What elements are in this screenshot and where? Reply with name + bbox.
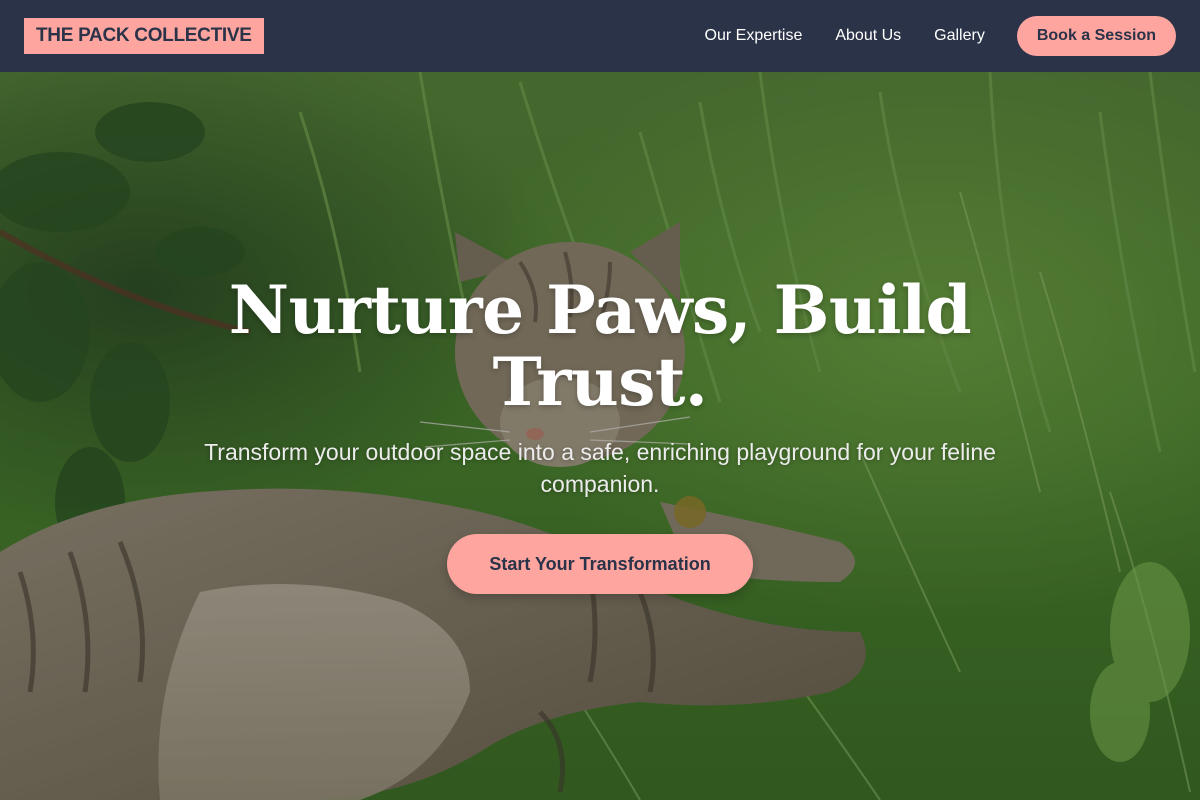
start-transformation-button[interactable]: Start Your Transformation	[447, 534, 753, 594]
top-navbar: THE PACK COLLECTIVE Our Expertise About …	[0, 0, 1200, 72]
book-session-button[interactable]: Book a Session	[1016, 16, 1176, 56]
nav-links: Our Expertise About Us Gallery Book a Se…	[705, 16, 1176, 56]
nav-link-gallery[interactable]: Gallery	[934, 26, 985, 46]
hero-section: Nurture Paws, Build Trust. Transform you…	[0, 72, 1200, 800]
nav-link-our-expertise[interactable]: Our Expertise	[705, 26, 803, 46]
nav-link-about-us[interactable]: About Us	[835, 26, 901, 46]
hero-subtitle: Transform your outdoor space into a safe…	[204, 439, 996, 497]
hero-content: Nurture Paws, Build Trust. Transform you…	[0, 72, 1200, 800]
brand-logo[interactable]: THE PACK COLLECTIVE	[24, 18, 264, 54]
hero-title: Nurture Paws, Build Trust.	[228, 271, 972, 421]
